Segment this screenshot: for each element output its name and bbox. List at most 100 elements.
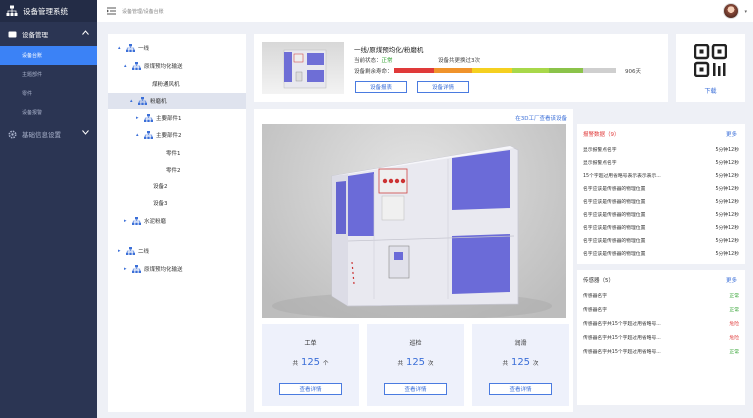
tree-node-label: 原煤预均化输送 bbox=[144, 64, 183, 70]
alarm-row[interactable]: 名字应该是传感器的物理位置 5分钟12秒 bbox=[583, 224, 739, 231]
sensor-row[interactable]: 传感器名字共15个字超过用省略号... 危险 bbox=[583, 334, 739, 341]
menu-device-management-label: 设备管理 bbox=[22, 31, 48, 39]
menu-toggle-icon[interactable] bbox=[107, 7, 116, 15]
sidebar-item-components[interactable]: 主题部件 bbox=[0, 65, 97, 84]
alarm-name: 名字应该是传感器的物理位置 bbox=[583, 213, 646, 218]
alarm-data-panel: 报警数据（9） 更多 显示报警点名字 5分钟12秒 显示报警点名字 5分钟12秒 1… bbox=[577, 124, 745, 264]
status-value: 正常 bbox=[381, 58, 393, 64]
alarm-more-link[interactable]: 更多 bbox=[726, 130, 737, 138]
caret-down-icon: ▴ bbox=[118, 45, 121, 51]
status-label-text: 当前状态： bbox=[354, 58, 382, 64]
tree-node-label: 主要部件2 bbox=[156, 133, 182, 139]
download-label[interactable]: 下载 bbox=[676, 86, 745, 95]
hierarchy-icon bbox=[126, 44, 135, 52]
tree-node-line2[interactable]: ▸ 二线 bbox=[118, 244, 149, 258]
view-details-button[interactable]: 查看详情 bbox=[489, 383, 552, 395]
sensor-name: 传感器名字 bbox=[583, 294, 607, 299]
sensor-panel: 传感器（5） 更多 传感器名字 正常 传感器名字 正常 传感器名字共15个字超过用省… bbox=[577, 270, 745, 405]
life-segment bbox=[582, 68, 616, 73]
download-card[interactable]: 下载 bbox=[676, 34, 745, 102]
alarm-row[interactable]: 15个字超过用省略号表示表示表示... 5分钟12秒 bbox=[583, 172, 739, 179]
stat-prefix: 共 bbox=[292, 361, 298, 367]
alarm-time: 5分钟12秒 bbox=[715, 239, 739, 244]
sensor-status: 正常 bbox=[729, 308, 739, 313]
alarm-row[interactable]: 名字应该是传感器的物理位置 5分钟12秒 bbox=[583, 250, 739, 257]
sensor-row[interactable]: 传感器名字共15个字超过用省略号... 正常 bbox=[583, 348, 739, 355]
menu-device-management[interactable]: 设备管理 bbox=[0, 22, 97, 46]
tree-node-label: 二线 bbox=[138, 249, 150, 255]
sidebar-item-parts[interactable]: 零件 bbox=[0, 84, 97, 103]
alarm-row[interactable]: 显示报警点名字 5分钟12秒 bbox=[583, 146, 739, 153]
chevron-down-icon bbox=[82, 130, 89, 135]
sidebar: 设备管理系统 设备管理 设备台账 主题部件 零件 设备报警 基础信息设置 bbox=[0, 0, 97, 418]
sensor-status: 正常 bbox=[729, 350, 739, 355]
stat-unit: 个 bbox=[323, 361, 329, 367]
view-details-button[interactable]: 查看详情 bbox=[384, 383, 447, 395]
tree-node-line1[interactable]: ▴ 一线 bbox=[118, 41, 149, 55]
hierarchy-icon bbox=[144, 114, 153, 122]
tree-node-label: 粉磨机 bbox=[150, 99, 167, 105]
view-details-button[interactable]: 查看详情 bbox=[279, 383, 342, 395]
life-segment bbox=[394, 68, 434, 73]
remaining-life-value: 906天 bbox=[625, 69, 641, 75]
tree-node-component2[interactable]: 零件2 bbox=[166, 163, 181, 177]
alarm-name: 名字应该是传感器的物理位置 bbox=[583, 200, 646, 205]
tree-node-fan[interactable]: 煤粉通风机 bbox=[152, 77, 180, 91]
sensor-status: 危险 bbox=[729, 322, 739, 327]
sidebar-item-ledger[interactable]: 设备台账 bbox=[0, 46, 97, 65]
sidebar-item-alarms[interactable]: 设备报警 bbox=[0, 103, 97, 122]
tree-node-cement[interactable]: ▸ 水泥粉磨 bbox=[124, 214, 166, 228]
top-bar: 设备管理/设备台账 ▾ bbox=[97, 0, 753, 22]
gear-icon bbox=[8, 129, 17, 139]
device-3d-viewer[interactable] bbox=[262, 124, 566, 318]
tree-node-device2[interactable]: 设备2 bbox=[153, 179, 168, 193]
tree-node-label: 原煤预均化输送 bbox=[144, 267, 183, 273]
sensor-name: 传感器名字共15个字超过用省略号... bbox=[583, 336, 661, 341]
alarm-name: 显示报警点名字 bbox=[583, 161, 617, 166]
stat-card-inspections: 巡检 共 125 次 查看详情 bbox=[367, 324, 464, 406]
tree-node-part1[interactable]: ▸ 主要部件1 bbox=[136, 111, 182, 125]
tree-node-mill[interactable]: ▴ 粉磨机 bbox=[108, 93, 246, 109]
sensor-more-link[interactable]: 更多 bbox=[726, 276, 737, 284]
alarm-row[interactable]: 名字应该是传感器的物理位置 5分钟12秒 bbox=[583, 237, 739, 244]
status-label: 当前状态：正常 bbox=[354, 56, 393, 64]
tree-node-raw-coal-2[interactable]: ▸ 原煤预均化输送 bbox=[124, 262, 183, 276]
tree-node-device3[interactable]: 设备3 bbox=[153, 196, 168, 210]
alarm-row[interactable]: 名字应该是传感器的物理位置 5分钟12秒 bbox=[583, 211, 739, 218]
remaining-life-bar bbox=[394, 68, 616, 73]
sensor-row[interactable]: 传感器名字 正常 bbox=[583, 306, 739, 313]
alarm-row[interactable]: 名字应该是传感器的物理位置 5分钟12秒 bbox=[583, 185, 739, 192]
alarm-row[interactable]: 显示报警点名字 5分钟12秒 bbox=[583, 159, 739, 166]
replacement-count: 设备共更换过3次 bbox=[438, 58, 480, 64]
app-title: 设备管理系统 bbox=[23, 6, 68, 16]
sensor-row[interactable]: 传感器名字共15个字超过用省略号... 危险 bbox=[583, 320, 739, 327]
device-detail-button[interactable]: 设备详情 bbox=[417, 81, 469, 93]
tree-node-raw-coal[interactable]: ▴ 原煤预均化输送 bbox=[124, 59, 183, 73]
device-tree: ▴ 一线 ▴ 原煤预均化输送 煤粉通风机 ▴ 粉磨机 ▸ 主要部件1 ▴ 主要部件2 零件… bbox=[108, 34, 246, 412]
alarm-row[interactable]: 名字应该是传感器的物理位置 5分钟12秒 bbox=[583, 198, 739, 205]
caret-down-icon: ▴ bbox=[124, 63, 127, 69]
tree-node-component1[interactable]: 零件1 bbox=[166, 146, 181, 160]
view-in-3d-factory-link[interactable]: 在3D工厂查看该设备 bbox=[515, 114, 567, 122]
stat-title: 巡检 bbox=[409, 340, 422, 347]
stat-title: 工单 bbox=[304, 340, 317, 347]
chevron-down-icon[interactable]: ▾ bbox=[744, 9, 747, 15]
tree-node-label: 设备2 bbox=[153, 184, 168, 190]
device-icon bbox=[8, 31, 17, 37]
alarm-time: 5分钟12秒 bbox=[715, 174, 739, 179]
user-avatar[interactable] bbox=[723, 3, 739, 19]
alarm-time: 5分钟12秒 bbox=[715, 252, 739, 257]
life-segment bbox=[511, 68, 550, 73]
alarm-panel-title: 报警数据（9） bbox=[583, 132, 620, 138]
sensor-row[interactable]: 传感器名字 正常 bbox=[583, 292, 739, 299]
stat-value: 共 125 次 bbox=[472, 357, 569, 368]
machine-3d-model bbox=[272, 145, 552, 318]
tree-node-part2[interactable]: ▴ 主要部件2 bbox=[136, 128, 182, 142]
alarm-name: 名字应该是传感器的物理位置 bbox=[583, 226, 646, 231]
device-report-button[interactable]: 设备报表 bbox=[355, 81, 407, 93]
tree-node-label: 煤粉通风机 bbox=[152, 82, 180, 88]
stat-value: 共 125 个 bbox=[262, 357, 359, 368]
menu-basic-settings[interactable]: 基础信息设置 bbox=[0, 122, 97, 146]
tree-node-label: 零件1 bbox=[166, 151, 181, 157]
menu-basic-settings-label: 基础信息设置 bbox=[22, 131, 61, 139]
